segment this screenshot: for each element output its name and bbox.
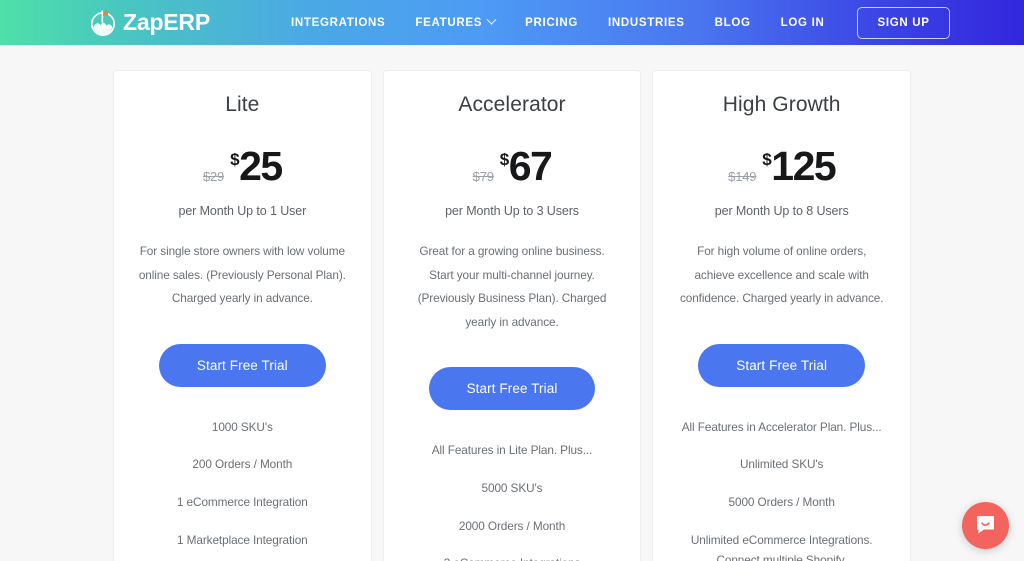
price-amount: 67 bbox=[508, 143, 553, 189]
list-item: 3 eCommerce Integrations bbox=[402, 553, 623, 561]
nav-link-features-label: FEATURES bbox=[415, 16, 483, 29]
sign-up-button[interactable]: SIGN UP bbox=[857, 6, 950, 39]
price-amount: 125 bbox=[771, 143, 836, 189]
plan-old-price: $29 bbox=[203, 168, 225, 184]
currency-symbol: $ bbox=[230, 150, 240, 169]
plan-card-lite: Lite $29 $ 25 per Month Up to 1 User For… bbox=[113, 70, 372, 561]
brand-logo-link[interactable]: ZapERP bbox=[88, 8, 210, 38]
nav-link-login-label: LOG IN bbox=[780, 16, 825, 29]
list-item: All Features in Lite Plan. Plus... bbox=[431, 443, 593, 458]
plan-current-price: $ 67 bbox=[499, 143, 553, 189]
start-free-trial-button[interactable]: Start Free Trial bbox=[428, 367, 596, 411]
start-free-trial-button[interactable]: Start Free Trial bbox=[698, 343, 866, 387]
plan-feature-list: All Features in Lite Plan. Plus... 5000 … bbox=[402, 440, 623, 561]
list-item: 1 eCommerce Integration bbox=[176, 495, 308, 510]
plan-feature-list: All Features in Accelerator Plan. Plus..… bbox=[671, 417, 892, 561]
chat-smile-bubble-icon bbox=[974, 513, 997, 539]
price-amount: 25 bbox=[239, 143, 283, 189]
pricing-plans-section: Lite $29 $ 25 per Month Up to 1 User For… bbox=[0, 45, 1024, 561]
plan-price-subtitle: per Month Up to 1 User bbox=[178, 204, 307, 218]
plan-old-price: $79 bbox=[472, 168, 494, 184]
plan-title: Lite bbox=[225, 93, 260, 116]
nav-link-industries-label: INDUSTRIES bbox=[607, 16, 685, 29]
nav-link-integrations-label: INTEGRATIONS bbox=[290, 16, 386, 29]
zaperp-mountain-flag-logo-icon bbox=[88, 8, 118, 38]
plan-card-accelerator: Accelerator $79 $ 67 per Month Up to 3 U… bbox=[382, 70, 642, 561]
plan-current-price: $ 125 bbox=[762, 143, 836, 189]
plan-description: Great for a growing online business. Sta… bbox=[417, 244, 607, 329]
list-item: 5000 SKU's bbox=[481, 481, 543, 496]
list-item: Unlimited eCommerce Integrations. Connec… bbox=[690, 532, 873, 561]
plan-card-high-growth: High Growth $149 $ 125 per Month Up to 8… bbox=[652, 70, 912, 561]
top-navigation-bar: ZapERP INTEGRATIONS FEATURES PRICING IND… bbox=[0, 0, 1024, 45]
nav-link-pricing[interactable]: PRICING bbox=[510, 17, 593, 29]
nav-link-login[interactable]: LOG IN bbox=[766, 17, 840, 29]
currency-symbol: $ bbox=[499, 150, 509, 169]
plan-price-row: $79 $ 67 bbox=[402, 143, 623, 195]
plan-price-subtitle: per Month Up to 3 Users bbox=[445, 204, 579, 218]
nav-link-pricing-label: PRICING bbox=[525, 16, 578, 29]
nav-link-features[interactable]: FEATURES bbox=[400, 14, 510, 29]
nav-link-industries[interactable]: INDUSTRIES bbox=[593, 17, 700, 29]
currency-symbol: $ bbox=[762, 150, 772, 169]
list-item: Unlimited SKU's bbox=[740, 457, 824, 472]
plan-description: For high volume of online orders, achiev… bbox=[679, 244, 884, 306]
plan-title: High Growth bbox=[722, 93, 841, 116]
list-item: 2000 Orders / Month bbox=[458, 518, 566, 533]
nav-links: INTEGRATIONS FEATURES PRICING INDUSTRIES… bbox=[276, 6, 950, 39]
list-item: 1000 SKU's bbox=[211, 419, 273, 434]
plan-price-subtitle: per Month Up to 8 Users bbox=[714, 204, 849, 218]
plan-feature-list: 1000 SKU's 200 Orders / Month 1 eCommerc… bbox=[132, 417, 353, 561]
nav-link-integrations[interactable]: INTEGRATIONS bbox=[276, 17, 400, 29]
plan-current-price: $ 25 bbox=[230, 143, 283, 189]
list-item: All Features in Accelerator Plan. Plus..… bbox=[681, 419, 882, 434]
plan-title: Accelerator bbox=[458, 93, 566, 116]
brand-name: ZapERP bbox=[123, 9, 210, 35]
plan-price-row: $29 $ 25 bbox=[132, 143, 353, 195]
plan-old-price: $149 bbox=[728, 168, 757, 184]
plan-description: For single store owners with low volume … bbox=[138, 244, 346, 306]
plan-price-row: $149 $ 125 bbox=[671, 143, 892, 195]
chat-launcher-button[interactable] bbox=[962, 502, 1009, 549]
start-free-trial-button[interactable]: Start Free Trial bbox=[158, 343, 326, 387]
chevron-down-icon bbox=[486, 14, 497, 25]
list-item: 5000 Orders / Month bbox=[728, 495, 835, 510]
list-item: 200 Orders / Month bbox=[192, 457, 293, 472]
list-item: 1 Marketplace Integration bbox=[177, 532, 308, 547]
nav-link-blog-label: BLOG bbox=[714, 16, 751, 29]
nav-link-blog[interactable]: BLOG bbox=[700, 17, 766, 29]
